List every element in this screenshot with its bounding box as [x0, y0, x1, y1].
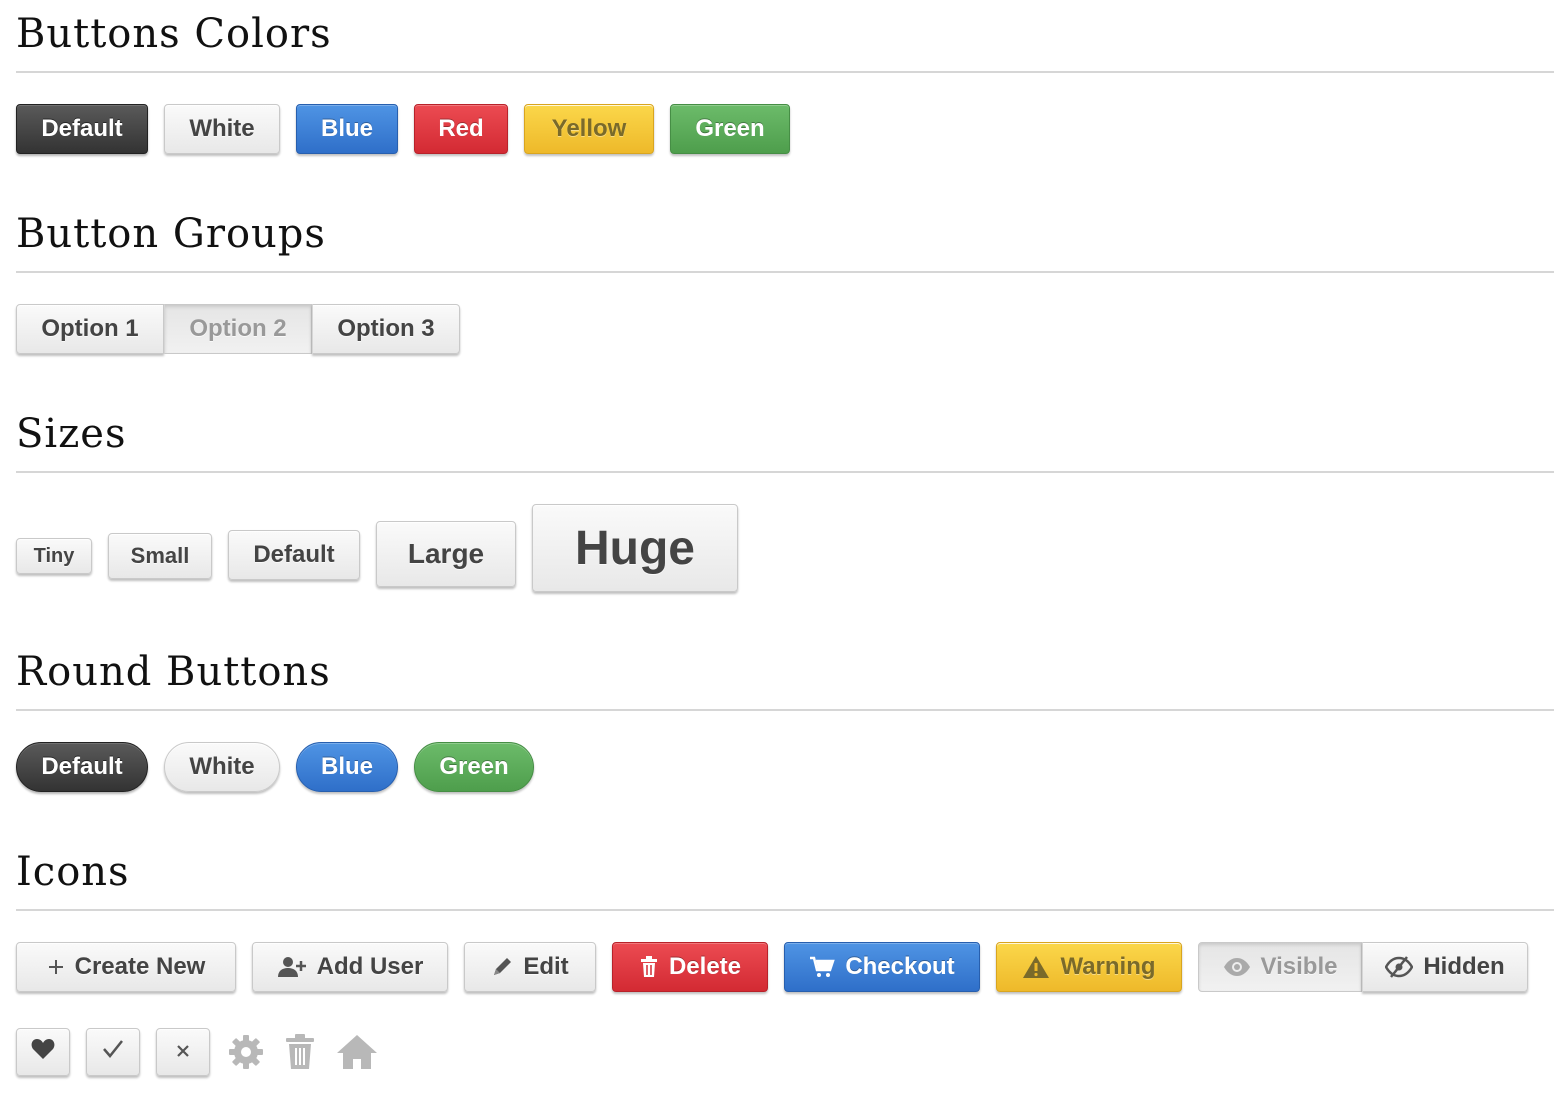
blue-button[interactable]: Blue [296, 104, 398, 154]
divider [16, 271, 1554, 273]
section-button-groups: Button Groups Option 1 Option 2 Option 3 [16, 211, 1554, 354]
icon-only-row [16, 1028, 394, 1076]
green-button[interactable]: Green [670, 104, 790, 154]
large-button[interactable]: Large [376, 521, 516, 587]
section-title: Button Groups [16, 211, 326, 257]
option-3-button[interactable]: Option 3 [312, 304, 460, 354]
icon-buttons-row: Create New Add User Edit Delete Checkout [16, 942, 1528, 992]
pencil-icon [491, 956, 513, 978]
round-white-button[interactable]: White [164, 742, 280, 792]
option-1-button[interactable]: Option 1 [16, 304, 164, 354]
huge-button[interactable]: Huge [532, 504, 738, 592]
section-title: Round Buttons [16, 649, 331, 695]
option-button-group: Option 1 Option 2 Option 3 [16, 304, 460, 354]
visible-button[interactable]: Visible [1198, 942, 1362, 992]
divider [16, 909, 1554, 911]
check-button[interactable] [86, 1028, 140, 1076]
section-button-colors: Buttons Colors Default White Blue Red Ye… [16, 11, 1554, 154]
section-title: Sizes [16, 411, 127, 457]
edit-label: Edit [523, 953, 569, 980]
add-user-icon [277, 955, 307, 979]
color-buttons-row: Default White Blue Red Yellow Green [16, 104, 790, 154]
create-new-label: Create New [74, 953, 206, 980]
delete-label: Delete [668, 953, 742, 980]
section-sizes: Sizes Tiny Small Default Large Huge [16, 411, 1554, 592]
button-group-row: Option 1 Option 2 Option 3 [16, 304, 460, 354]
checkout-label: Checkout [845, 953, 955, 980]
gear-icon[interactable] [226, 1028, 266, 1076]
edit-button[interactable]: Edit [464, 942, 596, 992]
size-buttons-row: Tiny Small Default Large Huge [16, 504, 738, 592]
visible-label: Visible [1260, 953, 1338, 980]
round-buttons-row: Default White Blue Green [16, 742, 534, 792]
tiny-button[interactable]: Tiny [16, 538, 92, 574]
red-button[interactable]: Red [414, 104, 508, 154]
section-title: Icons [16, 849, 130, 895]
heart-button[interactable] [16, 1028, 70, 1076]
round-default-button[interactable]: Default [16, 742, 148, 792]
divider [16, 471, 1554, 473]
section-title: Buttons Colors [16, 11, 332, 57]
divider [16, 71, 1554, 73]
warning-icon [1022, 955, 1050, 979]
default-button[interactable]: Default [16, 104, 148, 154]
trash-icon[interactable] [280, 1028, 320, 1076]
add-user-button[interactable]: Add User [252, 942, 448, 992]
close-button[interactable] [156, 1028, 210, 1076]
home-icon[interactable] [334, 1028, 380, 1076]
eye-icon [1223, 957, 1251, 977]
warning-button[interactable]: Warning [996, 942, 1182, 992]
close-icon [175, 1038, 191, 1066]
hidden-label: Hidden [1423, 953, 1505, 980]
create-new-button[interactable]: Create New [16, 942, 236, 992]
eye-slash-icon [1385, 956, 1414, 978]
warning-label: Warning [1060, 953, 1156, 980]
yellow-button[interactable]: Yellow [524, 104, 654, 154]
visibility-toggle-group: Visible Hidden [1198, 942, 1528, 992]
trash-icon [639, 956, 659, 978]
divider [16, 709, 1554, 711]
round-blue-button[interactable]: Blue [296, 742, 398, 792]
section-round-buttons: Round Buttons Default White Blue Green [16, 649, 1554, 792]
cart-icon [809, 956, 836, 978]
checkout-button[interactable]: Checkout [784, 942, 980, 992]
default-size-button[interactable]: Default [228, 530, 360, 580]
round-green-button[interactable]: Green [414, 742, 534, 792]
heart-icon [31, 1038, 55, 1067]
check-icon [102, 1038, 124, 1066]
plus-icon [47, 958, 65, 976]
section-icons: Icons Create New Add User Edit Delete Ch… [16, 849, 1554, 1076]
delete-button[interactable]: Delete [612, 942, 768, 992]
add-user-label: Add User [316, 953, 424, 980]
hidden-button[interactable]: Hidden [1362, 942, 1528, 992]
white-button[interactable]: White [164, 104, 280, 154]
small-button[interactable]: Small [108, 533, 212, 579]
option-2-button[interactable]: Option 2 [164, 304, 312, 354]
